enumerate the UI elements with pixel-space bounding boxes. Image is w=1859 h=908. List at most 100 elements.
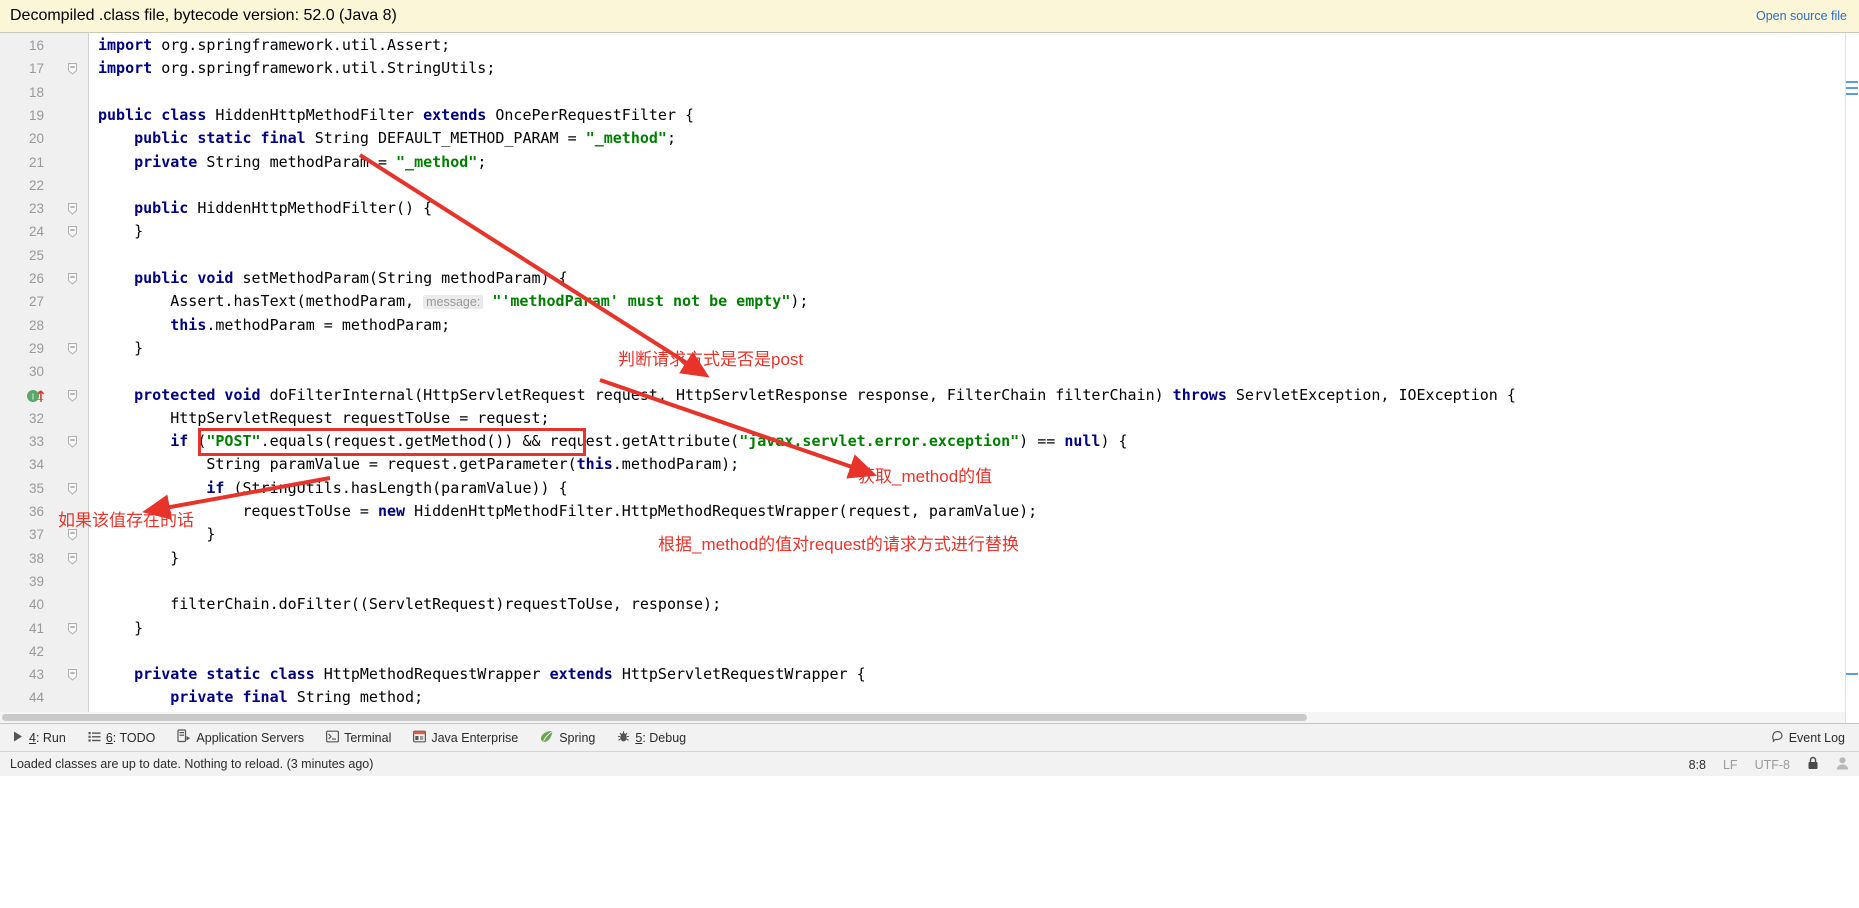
fold-marker-icon[interactable] — [66, 62, 79, 75]
code-line[interactable]: private String methodParam = "_method"; — [98, 151, 486, 174]
user-icon[interactable] — [1836, 756, 1849, 773]
editor-marker-strip[interactable] — [1845, 33, 1859, 723]
svg-text:I: I — [32, 392, 34, 401]
code-editor[interactable]: 16171819202122232425262728293031I3233343… — [0, 33, 1859, 723]
event-log-label: Event Log — [1788, 731, 1845, 745]
code-line[interactable]: requestToUse = new HiddenHttpMethodFilte… — [98, 500, 1037, 523]
fold-marker-icon[interactable] — [66, 552, 79, 565]
fold-marker-icon[interactable] — [66, 202, 79, 215]
code-token-id: HiddenHttpMethodFilter.HttpMethodRequest… — [414, 502, 1038, 520]
code-line[interactable]: public void setMethodParam(String method… — [98, 267, 567, 290]
code-line[interactable]: import org.springframework.util.Assert; — [98, 34, 450, 57]
code-token-id: } — [98, 618, 144, 637]
fold-marker-icon[interactable] — [66, 342, 79, 355]
caret-position[interactable]: 8:8 — [1689, 758, 1706, 772]
line-number: 16 — [28, 38, 44, 53]
code-line[interactable]: } — [98, 523, 215, 546]
code-line[interactable]: filterChain.doFilter((ServletRequest)req… — [98, 593, 721, 616]
fold-marker-icon[interactable] — [66, 668, 79, 681]
code-line[interactable]: if (StringUtils.hasLength(paramValue)) { — [98, 477, 568, 500]
line-number: 27 — [28, 294, 44, 310]
fold-marker-icon[interactable] — [66, 482, 79, 495]
open-source-file-link[interactable]: Open source file — [1756, 9, 1847, 23]
code-token-id: HttpMethodRequestWrapper — [323, 665, 550, 684]
code-line[interactable]: import org.springframework.util.StringUt… — [98, 57, 495, 80]
fold-marker-icon[interactable] — [66, 389, 79, 402]
tool-window-button-label: Spring — [559, 730, 596, 745]
code-line[interactable]: } — [98, 337, 143, 360]
fold-marker-icon[interactable] — [66, 225, 79, 239]
code-line[interactable]: } — [98, 220, 143, 243]
line-number: 42 — [28, 643, 44, 659]
code-token-kw: import — [98, 59, 162, 78]
code-token-kw: extends — [549, 665, 622, 684]
line-number: 36 — [28, 504, 44, 519]
marker-stripe[interactable] — [1846, 87, 1858, 89]
line-number: 20 — [28, 131, 44, 147]
code-line[interactable]: public class HiddenHttpMethodFilter exte… — [98, 104, 694, 127]
event-log-button[interactable]: Event Log — [1765, 724, 1851, 752]
fold-marker-icon[interactable] — [66, 528, 79, 541]
code-token-kw: public — [134, 199, 198, 218]
code-line[interactable]: } — [98, 617, 143, 640]
code-token-id — [98, 479, 206, 497]
code-token-str: "POST" — [206, 432, 261, 451]
code-text-area[interactable]: import org.springframework.util.Assert; i… — [88, 33, 1859, 723]
editor-fold-strip[interactable] — [60, 33, 88, 723]
code-token-id: (StringUtils.hasLength(paramValue)) { — [233, 478, 568, 497]
tool-window-button-java-enterprise[interactable]: Java Enterprise — [402, 724, 529, 752]
code-token-id: requestToUse = — [98, 502, 378, 520]
gutter-run-icon[interactable]: I — [26, 388, 52, 404]
horizontal-scrollbar-track[interactable] — [0, 712, 1845, 723]
horizontal-scrollbar-thumb[interactable] — [2, 714, 1307, 721]
code-token-id: ServletException, IOException { — [1235, 385, 1516, 404]
fold-marker-icon[interactable] — [66, 272, 79, 285]
tool-window-shortcut-number: 6 — [105, 730, 113, 745]
code-line[interactable]: } — [98, 547, 179, 570]
code-token-id: filterChain.doFilter((ServletRequest)req… — [98, 595, 722, 614]
code-token-id: String paramValue = request.getParameter… — [98, 455, 577, 474]
line-number: 29 — [28, 340, 44, 356]
code-token-id: org.springframework.util.Assert; — [161, 36, 451, 54]
marker-stripe[interactable] — [1846, 93, 1858, 95]
line-number: 30 — [28, 364, 44, 380]
code-token-kw: this — [170, 315, 207, 334]
line-number: 35 — [28, 480, 44, 496]
line-number: 37 — [28, 527, 44, 543]
marker-stripe[interactable] — [1846, 673, 1858, 675]
status-message: Loaded classes are up to date. Nothing t… — [10, 757, 374, 771]
tool-window-button-debug[interactable]: 5: Debug — [606, 724, 697, 752]
file-encoding[interactable]: UTF-8 — [1755, 758, 1790, 772]
code-line[interactable]: protected void doFilterInternal(HttpServ… — [98, 384, 1516, 407]
marker-stripe[interactable] — [1846, 81, 1858, 83]
line-number: 18 — [28, 84, 44, 100]
code-line[interactable]: Assert.hasText(methodParam, message: "'m… — [98, 290, 808, 313]
code-token-kw: this — [576, 455, 613, 474]
tool-window-button-label: Java Enterprise — [431, 730, 519, 745]
code-line[interactable]: private static class HttpMethodRequestWr… — [98, 663, 866, 686]
code-token-id: HiddenHttpMethodFilter() { — [197, 199, 433, 218]
tool-window-button-application-servers[interactable]: Application Servers — [166, 724, 315, 752]
tool-window-button-todo[interactable]: 6: TODO — [77, 724, 167, 752]
java-enterprise-icon — [413, 730, 427, 746]
tool-window-button-run[interactable]: 4: Run — [0, 724, 77, 752]
code-token-str: "_method" — [585, 129, 667, 148]
line-number: 44 — [28, 690, 44, 706]
code-line[interactable]: String paramValue = request.getParameter… — [98, 453, 739, 476]
fold-marker-icon[interactable] — [66, 622, 79, 635]
code-line[interactable]: if ("POST".equals(request.getMethod()) &… — [98, 430, 1128, 453]
fold-marker-icon[interactable] — [66, 435, 79, 448]
code-token-id: Assert.hasText(methodParam, — [98, 292, 424, 311]
code-line[interactable]: public HiddenHttpMethodFilter() { — [98, 197, 432, 220]
tool-window-shortcut-number: 4 — [29, 730, 36, 745]
code-line[interactable]: this.methodParam = methodParam; — [98, 314, 450, 337]
tool-window-button-spring[interactable]: Spring — [529, 724, 606, 752]
line-separator[interactable]: LF — [1723, 758, 1738, 772]
code-token-id: ) { — [1100, 432, 1128, 451]
lock-icon[interactable] — [1807, 756, 1819, 773]
tool-window-button-terminal[interactable]: Terminal — [315, 724, 402, 752]
code-line[interactable]: public static final String DEFAULT_METHO… — [98, 127, 676, 150]
code-line[interactable]: private final String method; — [98, 686, 423, 709]
code-token-id: } — [98, 222, 144, 241]
code-line[interactable]: HttpServletRequest requestToUse = reques… — [98, 407, 549, 430]
